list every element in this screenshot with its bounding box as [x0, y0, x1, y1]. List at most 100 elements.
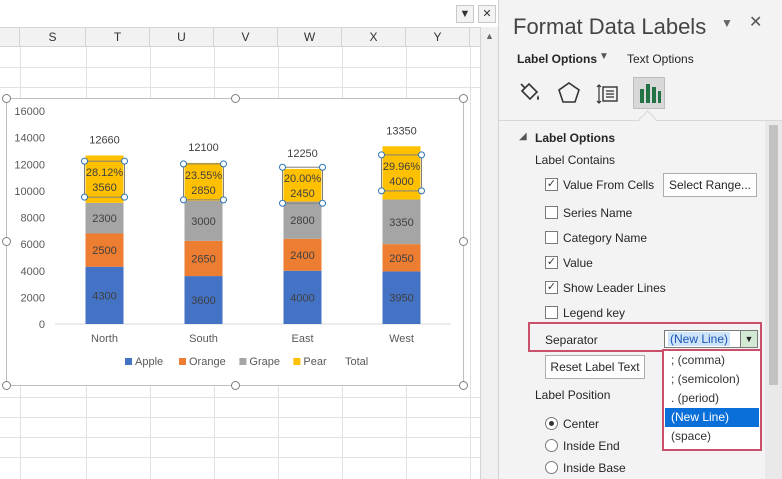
data-label-percent: 28.12% [86, 167, 124, 179]
pane-scrollbar-thumb[interactable] [769, 125, 778, 385]
pane-scrollbar[interactable] [765, 121, 782, 479]
radio-center[interactable] [545, 417, 558, 430]
worksheet-area[interactable]: ▼ ✕ S T U V W X Y ▲ 0 2000 4000 6000 8000 100… [0, 0, 498, 479]
pane-options-icon[interactable]: ▼ [721, 16, 733, 30]
chart-resize-handle[interactable] [2, 94, 11, 103]
grid-line [470, 47, 471, 479]
column-header-u[interactable]: U [150, 28, 214, 46]
close-icon[interactable]: ✕ [478, 5, 496, 23]
data-label-handle [279, 163, 286, 171]
y-tick-label: 14000 [14, 133, 45, 145]
total-label: 13350 [386, 125, 417, 137]
tab-label-options[interactable]: Label Options [517, 52, 597, 66]
position-label: Inside End [563, 439, 620, 453]
data-label-handle [81, 157, 88, 165]
effects-icon[interactable] [553, 77, 585, 109]
y-tick-label: 8000 [21, 213, 45, 225]
option-label: Value [563, 256, 593, 270]
data-label-handle [418, 151, 425, 159]
option-label: Series Name [563, 206, 633, 220]
y-tick-label: 12000 [14, 159, 45, 171]
checkbox-category-name[interactable] [545, 231, 558, 244]
stacked-column-chart[interactable]: 0 2000 4000 6000 8000 10000 12000 14000 16000 430… [7, 99, 465, 387]
legend-label: Apple [135, 356, 163, 368]
legend-label: Pear [303, 356, 327, 368]
label-contains-heading: Label Contains [535, 153, 616, 167]
column-header-s[interactable]: S [20, 28, 86, 46]
data-label-value: 2850 [191, 185, 215, 197]
sheet-vertical-scrollbar[interactable]: ▲ [480, 27, 498, 479]
select-range-button[interactable]: Select Range... [663, 173, 757, 197]
data-label-percent: 29.96% [383, 161, 421, 173]
grid-line [0, 67, 480, 68]
separator-option-semicolon[interactable]: ; (semicolon) [665, 370, 759, 389]
data-label-handle [121, 157, 128, 165]
grid-line [0, 437, 480, 438]
pane-divider-notch [638, 110, 657, 129]
scroll-up-icon[interactable]: ▲ [481, 27, 498, 45]
collapse-triangle-icon[interactable]: ◢ [519, 131, 527, 142]
fill-line-icon[interactable] [513, 77, 545, 109]
grid-line [0, 417, 480, 418]
chart-resize-handle[interactable] [2, 381, 11, 390]
checkbox-series-name[interactable] [545, 206, 558, 219]
data-label-handle [319, 163, 326, 171]
chevron-down-icon[interactable]: ▼ [599, 51, 609, 62]
column-header-x[interactable]: X [342, 28, 406, 46]
option-label: Legend key [563, 306, 626, 320]
separator-option-new-line[interactable]: (New Line) [665, 408, 759, 427]
separator-option-space[interactable]: (space) [665, 427, 759, 446]
grid-line [0, 457, 480, 458]
legend-swatch-grape [239, 358, 247, 365]
y-tick-label: 16000 [14, 106, 45, 118]
chart-resize-handle[interactable] [231, 94, 240, 103]
grid-line [0, 87, 480, 88]
radio-inside-end[interactable] [545, 439, 558, 452]
tab-text-options[interactable]: Text Options [627, 52, 694, 66]
data-label-value: 4300 [92, 290, 116, 302]
column-header-v[interactable]: V [214, 28, 278, 46]
column-header-partial[interactable] [0, 28, 20, 46]
chart-resize-handle[interactable] [2, 237, 11, 246]
data-label-handle [378, 187, 385, 195]
checkbox-show-leader-lines[interactable]: ✓ [545, 281, 558, 294]
label-position-heading: Label Position [535, 388, 611, 402]
checkbox-value-from-cells[interactable]: ✓ [545, 178, 558, 191]
data-label-handle [121, 193, 128, 201]
separator-select-value[interactable]: (New Line) [668, 332, 731, 346]
chart-resize-handle[interactable] [459, 381, 468, 390]
chart-resize-handle[interactable] [459, 237, 468, 246]
option-label: Value From Cells [563, 178, 655, 192]
reset-label-text-button[interactable]: Reset Label Text [545, 355, 645, 379]
radio-inside-base[interactable] [545, 461, 558, 474]
y-tick-label: 6000 [21, 239, 45, 251]
column-header-y[interactable]: Y [406, 28, 470, 46]
column-header-t[interactable]: T [86, 28, 150, 46]
checkbox-value[interactable]: ✓ [545, 256, 558, 269]
separator-option-comma[interactable]: ; (comma) [665, 351, 759, 370]
separator-option-period[interactable]: . (period) [665, 389, 759, 408]
chevron-down-icon[interactable]: ▼ [740, 331, 757, 347]
pane-close-icon[interactable]: ✕ [749, 12, 762, 32]
data-label-value: 4000 [389, 176, 413, 188]
label-options-icon[interactable] [633, 77, 665, 109]
separator-select[interactable]: (New Line) ▼ [664, 330, 758, 348]
data-label-handle [279, 199, 286, 207]
y-tick-label: 2000 [21, 292, 45, 304]
separator-dropdown-list[interactable]: ; (comma) ; (semicolon) . (period) (New … [662, 349, 762, 451]
data-label-percent: 20.00% [284, 173, 322, 185]
data-label-value: 2400 [290, 250, 314, 262]
dropdown-icon[interactable]: ▼ [456, 5, 474, 23]
x-tick-label: East [291, 333, 313, 345]
section-label-options[interactable]: Label Options [535, 131, 615, 145]
checkbox-legend-key[interactable] [545, 306, 558, 319]
column-header-w[interactable]: W [278, 28, 342, 46]
chart-area[interactable]: 0 2000 4000 6000 8000 10000 12000 14000 16000 430… [6, 98, 464, 386]
chart-resize-handle[interactable] [231, 381, 240, 390]
data-label-value: 2800 [290, 215, 314, 227]
size-properties-icon[interactable] [593, 77, 625, 109]
legend-swatch-pear [293, 358, 301, 365]
data-label-handle [220, 160, 227, 168]
y-tick-label: 4000 [21, 266, 45, 278]
chart-resize-handle[interactable] [459, 94, 468, 103]
